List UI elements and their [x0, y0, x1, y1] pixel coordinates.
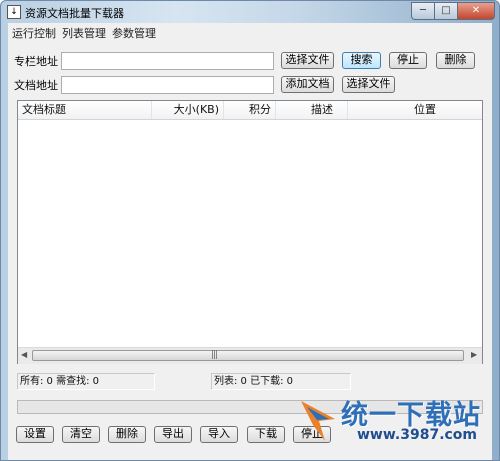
add-doc-button[interactable]: 添加文档 [281, 76, 334, 93]
title-bar[interactable]: ↓ 资源文档批量下载器 ─ □ ✕ [1, 1, 499, 23]
column-url-label: 专栏地址 [14, 55, 58, 68]
col-location[interactable]: 位置 [348, 101, 482, 119]
column-url-input[interactable] [61, 52, 274, 70]
menu-bar: 运行控制 列表管理 参数管理 [8, 23, 492, 41]
app-window: ↓ 资源文档批量下载器 ─ □ ✕ 运行控制 列表管理 参数管理 专栏地址 选择… [0, 0, 500, 461]
col-points[interactable]: 积分 [224, 101, 276, 119]
col-description[interactable]: 描述 [276, 101, 348, 119]
stop-button[interactable]: 停止 [389, 52, 427, 69]
scroll-right-arrow-icon[interactable]: ▶ [471, 350, 477, 359]
scrollbar-thumb[interactable]: ||| [32, 350, 464, 361]
export-button[interactable]: 导出 [154, 426, 192, 443]
delete-button[interactable]: 删除 [436, 52, 475, 69]
maximize-button[interactable]: □ [434, 2, 458, 20]
menu-param-manage[interactable]: 参数管理 [112, 25, 156, 41]
doc-url-input[interactable] [61, 76, 274, 94]
menu-run-control[interactable]: 运行控制 [12, 25, 56, 41]
document-list[interactable]: 文档标题 大小(KB) 积分 描述 位置 ◀ ||| ▶ [17, 100, 483, 364]
minimize-button[interactable]: ─ [411, 2, 435, 20]
status-list: 列表: 0 已下载: 0 [211, 373, 351, 390]
watermark: 统一下载站 www.3987.com [299, 391, 499, 460]
download-button[interactable]: 下载 [247, 426, 285, 443]
watermark-url: www.3987.com [357, 427, 478, 443]
window-title: 资源文档批量下载器 [25, 7, 124, 20]
search-button[interactable]: 搜索 [342, 52, 381, 69]
select-file-button-2[interactable]: 选择文件 [342, 76, 395, 93]
select-file-button[interactable]: 选择文件 [281, 52, 334, 69]
scrollbar-grip: ||| [211, 350, 218, 360]
status-total: 所有: 0 需查找: 0 [17, 373, 155, 390]
import-button[interactable]: 导入 [200, 426, 238, 443]
bottom-delete-button[interactable]: 删除 [108, 426, 146, 443]
doc-url-label: 文档地址 [14, 79, 58, 92]
settings-button[interactable]: 设置 [16, 426, 54, 443]
horizontal-scrollbar[interactable]: ◀ ||| ▶ [18, 347, 482, 364]
app-download-icon[interactable]: ↓ [7, 5, 21, 19]
watermark-logo-icon [301, 401, 335, 441]
col-doc-title[interactable]: 文档标题 [18, 101, 152, 119]
menu-list-manage[interactable]: 列表管理 [62, 25, 106, 41]
scroll-left-arrow-icon[interactable]: ◀ [21, 350, 27, 359]
close-button[interactable]: ✕ [457, 2, 495, 20]
list-header: 文档标题 大小(KB) 积分 描述 位置 [18, 101, 482, 120]
clear-button[interactable]: 清空 [62, 426, 100, 443]
col-size[interactable]: 大小(KB) [152, 101, 224, 119]
